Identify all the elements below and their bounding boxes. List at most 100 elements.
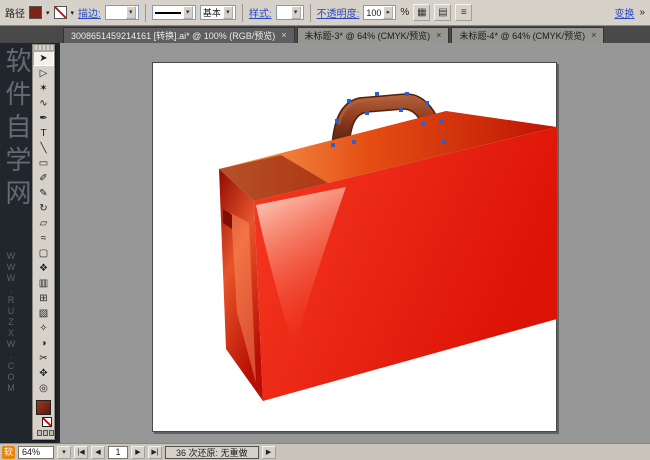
tool-slice[interactable]: ✂	[33, 351, 54, 366]
fill-swatch[interactable]	[36, 400, 51, 415]
page-number: 1	[115, 447, 120, 457]
opacity-value: 100	[366, 8, 381, 18]
chevron-down-icon[interactable]: ▾	[291, 6, 301, 19]
anchor-point[interactable]	[352, 140, 356, 144]
undo-status: 36 次还原: 无重做	[165, 446, 259, 459]
tool-direct-selection[interactable]: ▷	[33, 66, 54, 81]
anchor-point[interactable]	[365, 111, 369, 115]
watermark-site-name: 软件自学网	[0, 47, 36, 212]
chevron-down-icon[interactable]: ▾	[223, 6, 233, 19]
tab-document-2[interactable]: 未标题-3* @ 64% (CMYK/预览) ×	[297, 27, 450, 43]
tool-lasso[interactable]: ∿	[33, 96, 54, 111]
tool-symbol-sprayer[interactable]: ❖	[33, 261, 54, 276]
tool-type[interactable]: T	[33, 126, 54, 141]
graph-tools-icon[interactable]: ▦	[413, 4, 430, 21]
anchor-point[interactable]	[375, 92, 379, 96]
fill-color-swatch[interactable]	[29, 6, 42, 19]
color-mode-icon[interactable]	[37, 430, 42, 436]
tab-document-1[interactable]: 3008651459214161 [转换].ai* @ 100% (RGB/预览…	[63, 27, 295, 43]
chevron-down-icon[interactable]: ▾	[57, 446, 71, 459]
stroke-swatch[interactable]	[42, 417, 52, 427]
tool-pencil[interactable]: ✎	[33, 186, 54, 201]
separator	[242, 4, 243, 22]
chevron-down-icon[interactable]: ▾	[126, 6, 136, 19]
style-dropdown[interactable]: ▾	[276, 5, 304, 20]
tab-document-3[interactable]: 未标题-4* @ 64% (CMYK/预览) ×	[451, 27, 604, 43]
chevron-down-icon[interactable]: ▸	[383, 6, 393, 19]
opacity-unit-label: %	[400, 7, 409, 18]
tool-graph[interactable]: ▥	[33, 276, 54, 291]
opacity-field[interactable]: 100▸	[363, 5, 396, 20]
left-watermark-strip: 软件自学网 WWW.RUZXW.COM ➤▷✶∿✒T╲▭✐✎↻▱≈▢❖▥⊞▧✧◑…	[0, 43, 60, 443]
variable-width-dropdown[interactable]: ▾	[152, 5, 196, 20]
tool-pen[interactable]: ✒	[33, 111, 54, 126]
close-icon[interactable]: ×	[436, 31, 441, 40]
stroke-weight-link[interactable]: 描边:	[78, 5, 101, 20]
first-page-icon[interactable]: |◀	[74, 446, 88, 459]
style-link[interactable]: 样式:	[249, 5, 272, 20]
tool-rotate[interactable]: ↻	[33, 201, 54, 216]
anchor-point[interactable]	[425, 101, 429, 105]
tool-free-transform[interactable]: ▢	[33, 246, 54, 261]
close-icon[interactable]: ×	[591, 31, 596, 40]
site-logo-icon: 软	[2, 446, 15, 459]
tool-eyedropper[interactable]: ✧	[33, 321, 54, 336]
status-bar: 软 64% ▾ |◀ ◀ 1 ▶ ▶| 36 次还原: 无重做 ▶	[0, 443, 650, 460]
stroke-weight-dropdown[interactable]: ▾	[105, 5, 139, 20]
chevron-down-icon[interactable]: ▾	[183, 6, 193, 19]
tool-scale[interactable]: ▱	[33, 216, 54, 231]
anchor-point[interactable]	[335, 119, 339, 123]
anchor-point[interactable]	[331, 143, 335, 147]
tool-paintbrush[interactable]: ✐	[33, 171, 54, 186]
close-icon[interactable]: ×	[281, 31, 286, 40]
document-info-icon[interactable]: ▤	[434, 4, 451, 21]
zoom-field[interactable]: 64%	[18, 446, 54, 459]
document-tab-bar: 3008651459214161 [转换].ai* @ 100% (RGB/预览…	[0, 26, 650, 43]
tools-panel-list: ➤▷✶∿✒T╲▭✐✎↻▱≈▢❖▥⊞▧✧◑✂✥◎	[33, 51, 54, 396]
anchor-point[interactable]	[405, 92, 409, 96]
prev-page-icon[interactable]: ◀	[91, 446, 105, 459]
anchor-point[interactable]	[439, 119, 443, 123]
artboard[interactable]	[152, 62, 557, 432]
transform-link[interactable]: 变换	[614, 5, 634, 20]
next-page-icon[interactable]: ▶	[131, 446, 145, 459]
control-bar: 路径 ▾ ▾ 描边: ▾ ▾ 基本▾ 样式: ▾ 不透明度: 100▸ % ▦ …	[0, 0, 650, 26]
tab-title: 未标题-4* @ 64% (CMYK/预览)	[459, 29, 585, 42]
anchor-point[interactable]	[442, 140, 446, 144]
last-page-icon[interactable]: ▶|	[148, 446, 162, 459]
tool-warp[interactable]: ≈	[33, 231, 54, 246]
tab-title: 未标题-3* @ 64% (CMYK/预览)	[305, 29, 431, 42]
zoom-value: 64%	[22, 447, 40, 457]
stroke-color-swatch[interactable]	[54, 6, 67, 19]
brush-dropdown[interactable]: 基本▾	[200, 5, 236, 20]
tool-blend[interactable]: ◑	[33, 336, 54, 351]
page-number-field[interactable]: 1	[108, 446, 128, 459]
stroke-line-preview	[155, 12, 181, 14]
overflow-icon[interactable]: »	[639, 7, 645, 18]
stroke-dropdown-icon[interactable]: ▾	[71, 9, 75, 17]
fill-dropdown-icon[interactable]: ▾	[46, 9, 50, 17]
anchor-point[interactable]	[347, 99, 351, 103]
separator	[145, 4, 146, 22]
tool-magic-wand[interactable]: ✶	[33, 81, 54, 96]
tool-mesh[interactable]: ⊞	[33, 291, 54, 306]
status-more-icon[interactable]: ▶	[262, 446, 276, 459]
tool-zoom[interactable]: ◎	[33, 381, 54, 396]
tool-hand[interactable]: ✥	[33, 366, 54, 381]
tool-selection[interactable]: ➤	[33, 51, 54, 66]
tool-gradient[interactable]: ▧	[33, 306, 54, 321]
panel-options-icon[interactable]: ≡	[455, 4, 472, 21]
none-mode-icon[interactable]	[49, 430, 54, 436]
canvas-area[interactable]	[60, 43, 650, 443]
tool-rectangle[interactable]: ▭	[33, 156, 54, 171]
selected-object-label: 路径	[5, 5, 25, 20]
gradient-mode-icon[interactable]	[43, 430, 48, 436]
watermark-site-url: WWW.RUZXW.COM	[6, 251, 16, 394]
main-area: 软件自学网 WWW.RUZXW.COM ➤▷✶∿✒T╲▭✐✎↻▱≈▢❖▥⊞▧✧◑…	[0, 43, 650, 443]
draw-mode-row	[37, 430, 54, 436]
tool-line[interactable]: ╲	[33, 141, 54, 156]
color-swatch-stack	[33, 399, 54, 436]
opacity-link[interactable]: 不透明度:	[317, 5, 360, 20]
anchor-point[interactable]	[421, 122, 425, 126]
anchor-point[interactable]	[399, 108, 403, 112]
